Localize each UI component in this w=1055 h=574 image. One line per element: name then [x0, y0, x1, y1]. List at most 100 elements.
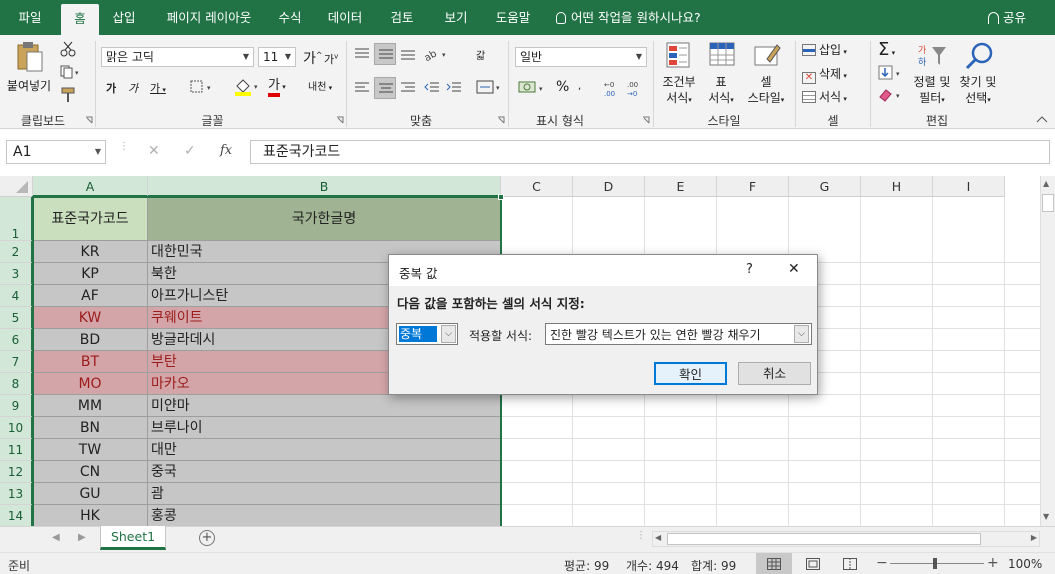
- drag-handle-icon[interactable]: ⋮: [119, 142, 129, 160]
- table-cell[interactable]: 괌: [148, 483, 501, 505]
- delete-cells-button[interactable]: ✕ 삭제 ▾: [802, 65, 847, 84]
- table-cell[interactable]: KP: [33, 263, 148, 285]
- header-cell-a[interactable]: 표준국가코드: [33, 197, 148, 241]
- row-header-11[interactable]: 11: [0, 439, 33, 461]
- autosum-button[interactable]: Σ ▾: [878, 39, 895, 60]
- add-sheet-icon[interactable]: +: [199, 530, 215, 546]
- percent-button[interactable]: %: [556, 79, 569, 95]
- table-cell[interactable]: 대만: [148, 439, 501, 461]
- table-cell[interactable]: MM: [33, 395, 148, 417]
- insert-function-button[interactable]: fx: [220, 143, 232, 158]
- zoom-slider-track[interactable]: [890, 563, 984, 564]
- table-cell[interactable]: CN: [33, 461, 148, 483]
- cut-icon[interactable]: [60, 41, 76, 57]
- tab-file[interactable]: 파일: [6, 0, 54, 35]
- zoom-slider-thumb[interactable]: [933, 558, 937, 569]
- tab-review[interactable]: 검토: [382, 0, 422, 35]
- row-header-1[interactable]: 1: [0, 197, 33, 241]
- dialog-launcher-icon[interactable]: [336, 116, 344, 124]
- fill-icon[interactable]: ▾: [878, 65, 906, 81]
- find-select-button[interactable]: 찾기 및 선택▾: [956, 39, 1000, 109]
- tab-home[interactable]: 홈: [61, 4, 99, 35]
- tab-split-handle-icon[interactable]: ⋮: [636, 531, 646, 541]
- tab-insert[interactable]: 삽입: [104, 0, 144, 35]
- column-header-i[interactable]: I: [933, 176, 1005, 197]
- fill-handle[interactable]: [498, 194, 504, 200]
- status-count[interactable]: 개수: 494: [626, 557, 679, 574]
- sort-filter-button[interactable]: 가하 정렬 및 필터▾: [908, 39, 956, 109]
- column-header-f[interactable]: F: [717, 176, 789, 197]
- number-format-select[interactable]: 일반 ▼: [515, 47, 647, 67]
- tab-view[interactable]: 보기: [436, 0, 476, 35]
- copy-icon[interactable]: ▾: [60, 65, 82, 79]
- chevron-down-icon[interactable]: ⌵: [441, 325, 456, 343]
- h-scroll-thumb[interactable]: [667, 533, 981, 545]
- help-button[interactable]: ?: [746, 262, 753, 277]
- column-header-a[interactable]: A: [33, 176, 148, 197]
- row-header-10[interactable]: 10: [0, 417, 33, 439]
- scroll-left-icon[interactable]: ◀: [655, 533, 661, 542]
- insert-cells-button[interactable]: 삽입 ▾: [802, 41, 847, 58]
- share-button[interactable]: 공유: [988, 0, 1026, 35]
- page-break-view-icon[interactable]: [843, 558, 857, 570]
- table-cell[interactable]: BN: [33, 417, 148, 439]
- format-cells-button[interactable]: 서식 ▾: [802, 88, 847, 105]
- comma-style-button[interactable]: ,: [578, 81, 581, 92]
- column-header-h[interactable]: H: [861, 176, 933, 197]
- tab-help[interactable]: 도움말: [484, 0, 542, 35]
- ok-button[interactable]: 확인: [654, 362, 727, 385]
- zoom-in-icon[interactable]: +: [987, 555, 999, 571]
- table-cell[interactable]: 미얀마: [148, 395, 501, 417]
- collapse-ribbon-icon[interactable]: [1036, 115, 1048, 123]
- column-header-c[interactable]: C: [501, 176, 573, 197]
- align-center-button[interactable]: [374, 77, 396, 99]
- font-color-button[interactable]: 가 ▾: [268, 78, 286, 97]
- phonetic-button[interactable]: 내천 ▾: [308, 78, 332, 93]
- increase-decimal-icon[interactable]: ←0.00: [604, 79, 622, 97]
- format-as-table-button[interactable]: 표 서식▾: [702, 39, 740, 109]
- increase-indent-icon[interactable]: [446, 81, 462, 95]
- format-style-select[interactable]: 진한 빨강 텍스트가 있는 연한 빨강 채우기 ⌵: [545, 323, 812, 345]
- underline-button[interactable]: 가 ▾: [150, 80, 166, 96]
- row-header-12[interactable]: 12: [0, 461, 33, 483]
- decrease-indent-icon[interactable]: [424, 81, 440, 95]
- conditional-formatting-button[interactable]: 조건부 서식▾: [657, 39, 701, 109]
- status-sum[interactable]: 합계: 99: [691, 557, 736, 574]
- increase-font-button[interactable]: 가^: [303, 48, 323, 68]
- zoom-level[interactable]: 100%: [1008, 557, 1042, 571]
- normal-view-button[interactable]: [756, 553, 792, 574]
- clear-icon[interactable]: ▾: [878, 87, 906, 103]
- tab-data[interactable]: 데이터: [318, 0, 372, 35]
- italic-button[interactable]: 가: [128, 80, 138, 96]
- scroll-down-icon[interactable]: ▼: [1043, 512, 1049, 521]
- confirm-entry-icon[interactable]: ✓: [184, 143, 196, 159]
- table-cell[interactable]: AF: [33, 285, 148, 307]
- select-all-corner[interactable]: [0, 176, 33, 197]
- column-header-b[interactable]: B: [148, 176, 501, 197]
- cancel-button[interactable]: 취소: [738, 362, 811, 385]
- table-cell[interactable]: BD: [33, 329, 148, 351]
- header-cell-b[interactable]: 국가한글명: [148, 197, 501, 241]
- decrease-decimal-icon[interactable]: .00→0: [627, 79, 645, 97]
- row-header-5[interactable]: 5: [0, 307, 33, 329]
- font-name-select[interactable]: 맑은 고딕 ▼: [101, 47, 254, 67]
- table-cell[interactable]: KR: [33, 241, 148, 263]
- row-header-9[interactable]: 9: [0, 395, 33, 417]
- vertical-scrollbar[interactable]: ▲ ▼: [1040, 176, 1055, 526]
- duplicate-cell[interactable]: MO: [33, 373, 148, 395]
- row-header-7[interactable]: 7: [0, 351, 33, 373]
- table-cell[interactable]: 중국: [148, 461, 501, 483]
- next-sheet-icon[interactable]: ▶: [78, 532, 86, 543]
- row-header-3[interactable]: 3: [0, 263, 33, 285]
- font-size-select[interactable]: 11 ▼: [258, 47, 296, 67]
- paste-button[interactable]: 붙여넣기: [6, 39, 52, 101]
- tell-me-search[interactable]: 어떤 작업을 원하시나요?: [556, 0, 701, 35]
- scroll-up-icon[interactable]: ▲: [1043, 179, 1049, 188]
- chevron-down-icon[interactable]: ⌵: [794, 325, 809, 343]
- table-cell[interactable]: TW: [33, 439, 148, 461]
- column-header-g[interactable]: G: [789, 176, 861, 197]
- row-header-4[interactable]: 4: [0, 285, 33, 307]
- table-cell[interactable]: GU: [33, 483, 148, 505]
- row-header-8[interactable]: 8: [0, 373, 33, 395]
- duplicate-cell[interactable]: BT: [33, 351, 148, 373]
